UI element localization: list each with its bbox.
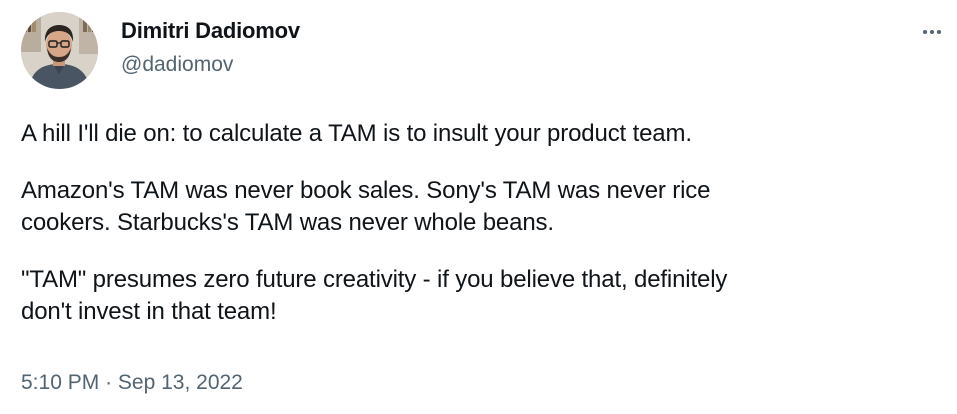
tweet-text: A hill I'll die on: to calculate a TAM i… bbox=[21, 118, 941, 328]
tweet-timestamp: 5:10 PM · Sep 13, 2022 bbox=[21, 371, 243, 395]
tweet-paragraph: Amazon's TAM was never book sales. Sony'… bbox=[21, 177, 711, 236]
more-options-button[interactable] bbox=[912, 20, 952, 44]
tweet-time-link[interactable]: 5:10 PM bbox=[21, 371, 99, 394]
author-handle[interactable]: @dadiomov bbox=[121, 53, 233, 77]
tweet-paragraph: A hill I'll die on: to calculate a TAM i… bbox=[21, 120, 692, 147]
tweet-paragraph: "TAM" presumes zero future creativity - … bbox=[21, 266, 728, 325]
more-horizontal-icon-dot bbox=[937, 30, 941, 34]
timestamp-separator: · bbox=[105, 371, 113, 394]
person-portrait-icon bbox=[21, 12, 98, 89]
author-display-name[interactable]: Dimitri Dadiomov bbox=[121, 18, 300, 44]
more-horizontal-icon-dot bbox=[930, 30, 934, 34]
more-horizontal-icon bbox=[923, 30, 927, 34]
tweet-card: Dimitri Dadiomov @dadiomov A hill I'll d… bbox=[0, 0, 957, 414]
avatar[interactable] bbox=[21, 12, 98, 89]
tweet-date-link[interactable]: Sep 13, 2022 bbox=[118, 371, 243, 394]
